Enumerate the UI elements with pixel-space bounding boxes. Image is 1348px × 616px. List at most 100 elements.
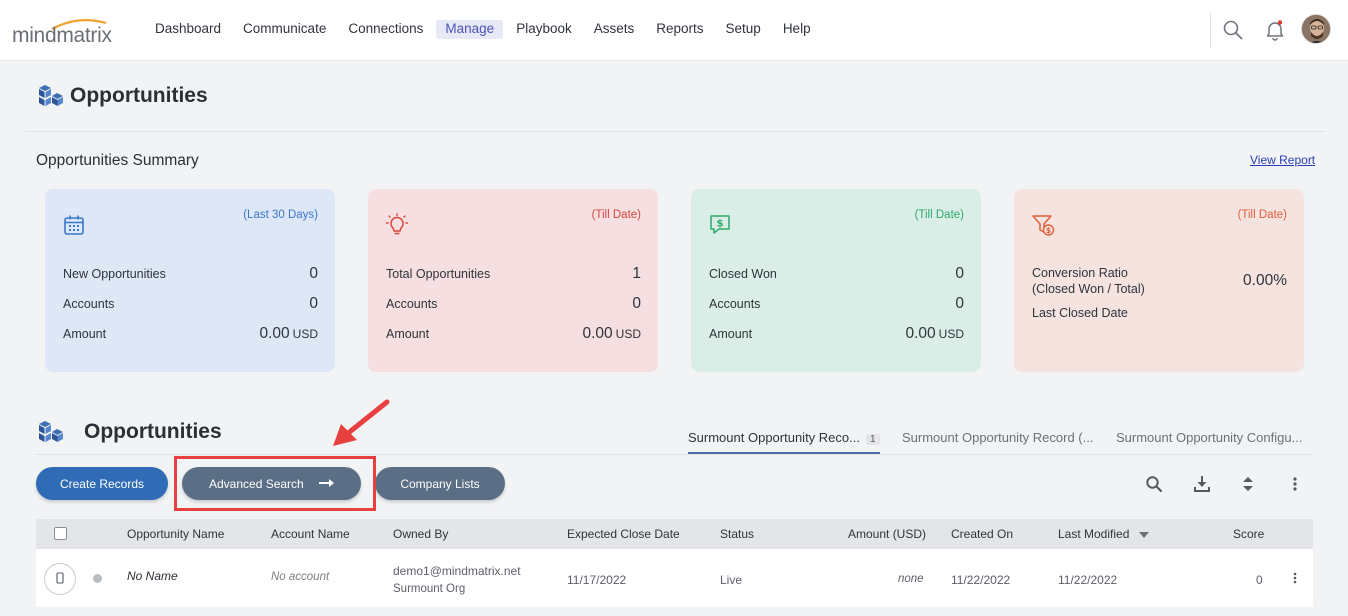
svg-text:$: $: [1046, 226, 1051, 235]
card-row-value: 0: [309, 265, 318, 282]
card-row-label: Accounts: [63, 297, 115, 311]
card-row-label: Amount: [63, 327, 107, 341]
table-header: Opportunity Name Account Name Owned By E…: [36, 519, 1313, 549]
search-icon[interactable]: [1145, 475, 1163, 493]
bell-icon[interactable]: [1264, 19, 1286, 41]
summary-card-conversion: $ (Till Date) Conversion Ratio (Closed W…: [1014, 189, 1304, 372]
select-all-checkbox[interactable]: [54, 527, 67, 540]
card-row-value: 1: [632, 265, 641, 282]
card-row: Amount 0.00 USD: [386, 325, 641, 343]
card-row-label: Total Opportunities: [386, 267, 491, 281]
card-period: (Till Date): [1237, 209, 1287, 221]
nav-item-playbook[interactable]: Playbook: [507, 20, 581, 39]
page-heading: Opportunities: [38, 84, 208, 108]
view-report-link[interactable]: View Report: [1250, 153, 1315, 167]
opportunity-name-link[interactable]: No Name: [127, 569, 178, 583]
cubes-icon: [39, 421, 63, 442]
tabs-divider: [36, 454, 1313, 455]
card-row-value: 0.00 USD: [905, 325, 964, 342]
card-row: Amount 0.00 USD: [63, 325, 318, 343]
expected-close-date: 11/17/2022: [567, 573, 627, 587]
column-header-sorted[interactable]: Last Modified: [1058, 527, 1149, 541]
conversion-ratio-value: 0.00%: [1243, 272, 1287, 289]
tab-surmount-opportunity-config[interactable]: Surmount Opportunity Configu...: [1116, 430, 1302, 452]
card-row-label: New Opportunities: [63, 267, 166, 281]
opportunities-section-title: Opportunities: [84, 420, 222, 443]
summary-card-new-opportunities: (Last 30 Days) New Opportunities 0 Accou…: [45, 189, 335, 372]
cubes-icon: [39, 85, 63, 106]
card-row-value: 0: [632, 295, 641, 312]
sort-icon[interactable]: [1239, 475, 1257, 493]
page-title: Opportunities: [70, 84, 208, 107]
column-header[interactable]: Score: [1233, 527, 1264, 541]
card-row-value: 0.00 USD: [582, 325, 641, 342]
card-row: Accounts 0: [709, 295, 964, 313]
annotation-arrow-icon: [333, 399, 390, 446]
calendar-icon: [64, 215, 84, 235]
card-row: Accounts 0: [386, 295, 641, 313]
nav-item-manage[interactable]: Manage: [436, 20, 504, 39]
column-header[interactable]: Created On: [951, 527, 1013, 541]
main-nav: Dashboard Communicate Connections Manage…: [146, 20, 824, 39]
sort-desc-icon: [1138, 531, 1149, 538]
more-vertical-icon[interactable]: [1286, 475, 1304, 493]
svg-text:$: $: [717, 219, 724, 230]
logo-text: mindmatrix: [12, 24, 112, 47]
tab-count-badge: 1: [865, 434, 880, 445]
nav-item-communicate[interactable]: Communicate: [234, 20, 335, 39]
card-period: (Last 30 Days): [243, 209, 318, 221]
card-row-label: Accounts: [709, 297, 761, 311]
company-lists-button[interactable]: Company Lists: [375, 467, 505, 500]
last-closed-date-label: Last Closed Date: [1032, 306, 1128, 320]
card-row: Total Opportunities 1: [386, 265, 641, 283]
summary-title: Opportunities Summary: [36, 152, 199, 169]
last-modified: 11/22/2022: [1058, 573, 1118, 587]
nav-item-assets[interactable]: Assets: [585, 20, 644, 39]
top-navigation-bar: mindmatrix Dashboard Communicate Connect…: [0, 0, 1348, 61]
nav-item-setup[interactable]: Setup: [717, 20, 770, 39]
card-row-label: Amount: [386, 327, 430, 341]
card-row: Amount 0.00 USD: [709, 325, 964, 343]
nav-item-connections[interactable]: Connections: [339, 20, 432, 39]
summary-card-closed-won: $ (Till Date) Closed Won 0 Accounts 0 Am…: [691, 189, 981, 372]
search-icon[interactable]: [1222, 19, 1244, 41]
heading-divider: [25, 131, 1325, 132]
status-value: Live: [720, 573, 743, 587]
tab-surmount-opportunity-record[interactable]: Surmount Opportunity Reco... 1: [688, 430, 880, 454]
funnel-dollar-icon: $: [1032, 215, 1055, 236]
table-row[interactable]: No Name No account demo1@mindmatrix.net …: [36, 549, 1313, 607]
card-period: (Till Date): [591, 209, 641, 221]
annotation-highlight-box: [174, 456, 376, 511]
card-row: New Opportunities 0: [63, 265, 318, 283]
column-header[interactable]: Amount (USD): [848, 527, 926, 541]
status-dot: [93, 574, 102, 583]
card-row-value: 0: [309, 295, 318, 312]
created-on: 11/22/2022: [951, 573, 1011, 587]
summary-card-total-opportunities: (Till Date) Total Opportunities 1 Accoun…: [368, 189, 658, 372]
score-value: 0: [1256, 573, 1263, 587]
card-row-value: 0: [955, 265, 964, 282]
card-row-value: 0.00 USD: [259, 325, 318, 342]
avatar-image: [1302, 15, 1330, 43]
dollar-chat-icon: $: [710, 215, 730, 234]
column-header[interactable]: Status: [720, 527, 754, 541]
mobile-device-icon[interactable]: [44, 563, 76, 595]
download-icon[interactable]: [1193, 475, 1211, 493]
row-actions-icon[interactable]: [1288, 571, 1302, 585]
nav-item-dashboard[interactable]: Dashboard: [146, 20, 230, 39]
owner-org: Surmount Org: [393, 583, 466, 595]
column-header[interactable]: Owned By: [393, 527, 448, 541]
nav-item-help[interactable]: Help: [774, 20, 820, 39]
card-row-value: 0: [955, 295, 964, 312]
nav-item-reports[interactable]: Reports: [647, 20, 712, 39]
column-header[interactable]: Opportunity Name: [127, 527, 224, 541]
column-header[interactable]: Account Name: [271, 527, 350, 541]
mindmatrix-logo[interactable]: mindmatrix: [12, 17, 122, 47]
tab-surmount-opportunity-record-2[interactable]: Surmount Opportunity Record (...: [902, 430, 1093, 452]
lightbulb-icon: [385, 213, 409, 235]
column-header[interactable]: Expected Close Date: [567, 527, 680, 541]
card-row: Closed Won 0: [709, 265, 964, 283]
user-avatar[interactable]: [1301, 14, 1331, 44]
amount-value: none: [898, 573, 924, 585]
create-records-button[interactable]: Create Records: [36, 467, 168, 500]
